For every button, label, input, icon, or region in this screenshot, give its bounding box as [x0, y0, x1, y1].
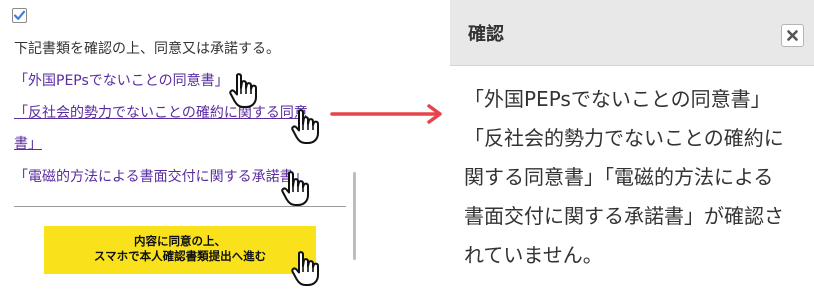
- consent-panel: 下記書類を確認の上、同意又は承諾する。 「外国PEPsでないことの同意書」 「反…: [0, 0, 360, 303]
- modal-message-line: 書面交付に関する承諾書」が確認さ: [464, 204, 784, 228]
- consent-text: 下記書類を確認の上、同意又は承諾する。: [14, 41, 280, 57]
- close-button[interactable]: [781, 24, 804, 47]
- hand-pointer-icon: [290, 250, 324, 288]
- confirmation-modal: 確認 「外国PEPsでないことの同意書」 「反社会的勢力でないことの確約に 関す…: [450, 0, 814, 303]
- document-link-antisocial-continued[interactable]: 書」: [14, 134, 42, 154]
- modal-header: 確認: [450, 0, 814, 66]
- modal-message-line: 「反社会的勢力でないことの確約に: [464, 126, 784, 150]
- modal-message-line: れていません。: [464, 243, 603, 267]
- proceed-button-label-line-1: 内容に同意の上、: [134, 236, 226, 248]
- modal-title: 確認: [468, 24, 504, 45]
- document-link-antisocial[interactable]: 「反社会的勢力でないことの確約に関する同意: [14, 103, 308, 123]
- checkmark-icon: [13, 10, 26, 20]
- proceed-button[interactable]: 内容に同意の上、 スマホで本人確認書類提出へ進む: [44, 226, 316, 274]
- hand-pointer-icon: [290, 108, 324, 146]
- consent-checkbox[interactable]: [12, 8, 27, 23]
- modal-message-line: 「外国PEPsでないことの同意書」: [464, 87, 771, 111]
- arrow-right-icon: [330, 103, 450, 125]
- hand-pointer-icon: [228, 72, 262, 110]
- proceed-button-label-line-2: スマホで本人確認書類提出へ進む: [93, 251, 267, 263]
- modal-message: 「外国PEPsでないことの同意書」 「反社会的勢力でないことの確約に 関する同意…: [464, 80, 804, 275]
- close-icon: [787, 30, 798, 41]
- document-link-foreign-peps[interactable]: 「外国PEPsでないことの同意書」: [14, 71, 229, 91]
- modal-message-line: 関する同意書」「電磁的方法による: [464, 165, 774, 189]
- scrollbar[interactable]: [353, 172, 356, 260]
- hand-pointer-icon: [280, 170, 314, 208]
- document-link-electronic-delivery[interactable]: 「電磁的方法による書面交付に関する承諾書」: [14, 167, 308, 187]
